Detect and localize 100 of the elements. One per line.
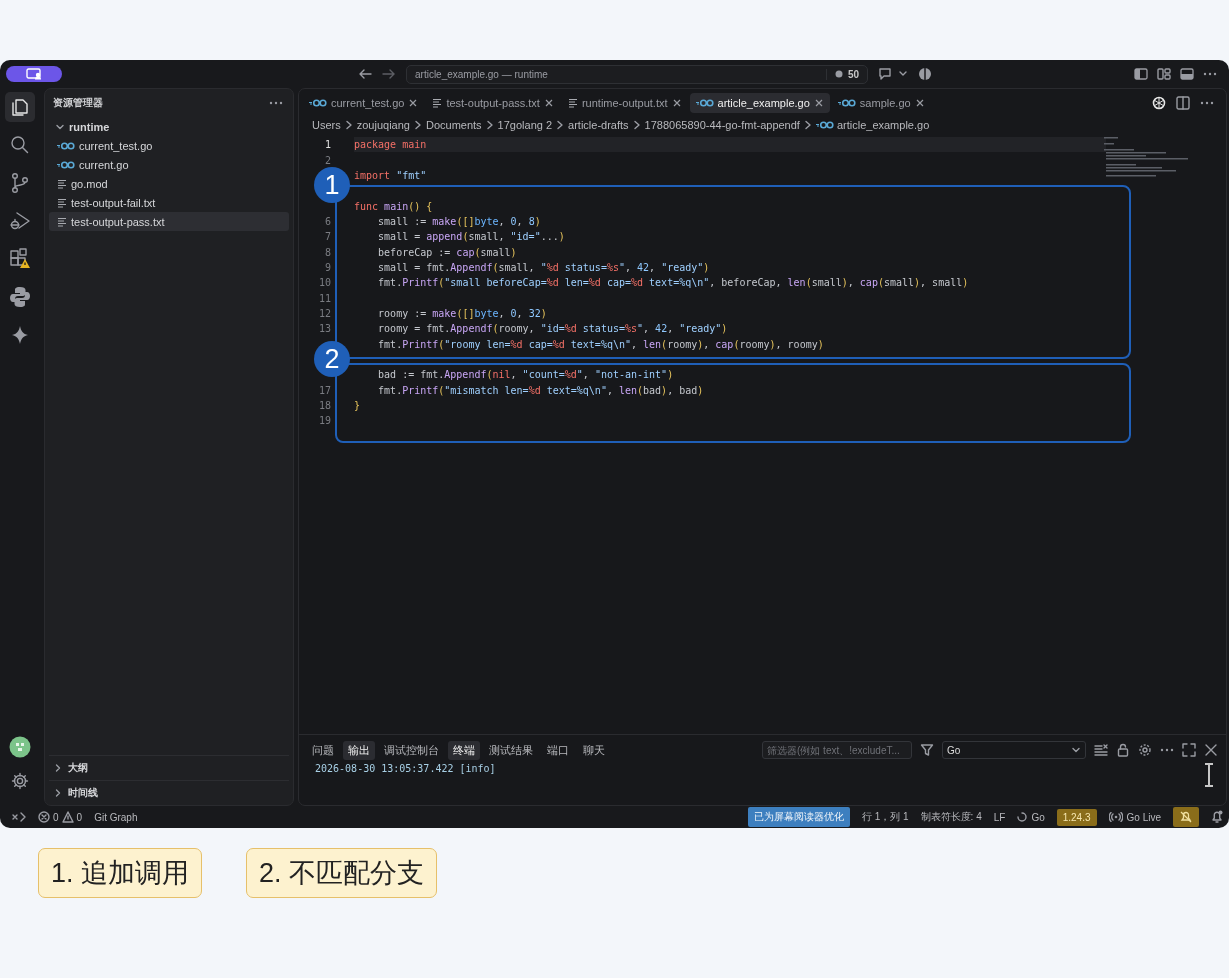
step-marker: 1 (314, 167, 350, 204)
status-item[interactable]: 1.24.3 (1056, 808, 1097, 826)
breadcrumb-item[interactable]: Documents (425, 119, 482, 131)
status-item[interactable]: 制表符长度: 4 (920, 810, 982, 824)
panel-tab[interactable]: 端口 (542, 740, 574, 760)
status-item[interactable]: 行 1，列 1 (861, 810, 909, 824)
go-file-icon (837, 99, 856, 107)
breadcrumb-item[interactable]: article-drafts (568, 119, 629, 131)
line-number: 17 (318, 384, 331, 396)
panel-tab[interactable]: 输出 (343, 740, 375, 760)
code-line: roomy := make([]byte, 0, 32) (377, 307, 547, 319)
sidebar-toggle-icon[interactable] (1134, 68, 1148, 80)
folder-item[interactable]: runtime (49, 117, 289, 136)
editor-tab[interactable]: sample.go (831, 93, 931, 113)
code-line: import "fmt" (354, 169, 427, 181)
layout-icon[interactable] (1157, 68, 1171, 80)
remote-icon[interactable] (12, 811, 26, 823)
panel-tab[interactable]: 问题 (307, 740, 339, 760)
chevron-down-icon (1071, 745, 1081, 755)
line-number: 8 (324, 246, 331, 258)
panel-title: 资源管理器 (53, 96, 103, 110)
command-center[interactable]: article_example.go — runtime 50 (406, 64, 868, 84)
code-line: beforeCap := cap(small) (377, 246, 517, 258)
filter-field[interactable]: 筛选器(例如 text、!excludeT... (762, 741, 912, 759)
files-icon[interactable] (5, 92, 35, 122)
legend-label: 1. 追加调用 (38, 848, 203, 898)
step-marker: 2 (314, 340, 350, 377)
close-icon[interactable] (1204, 743, 1218, 757)
editor-tab[interactable]: current_test.go (303, 93, 425, 113)
chevron-right-icon (632, 120, 641, 130)
status-item[interactable]: Go Live (1108, 811, 1161, 823)
panel-toggle-icon[interactable] (1180, 68, 1194, 80)
breadcrumb-item[interactable]: 1788065890-44-go-fmt-appendf (644, 119, 800, 131)
editor-tab[interactable]: test-output-pass.txt (426, 93, 560, 113)
code-line: bad := fmt.Appendf(nil, "count=%d", "not-an-int") (377, 369, 674, 381)
editor-tab[interactable]: runtime-output.txt (561, 93, 688, 113)
split-editor-icon[interactable] (1176, 96, 1190, 110)
panel-tab[interactable]: 聊天 (578, 740, 610, 760)
close-icon[interactable] (671, 98, 682, 108)
line-number: 11 (318, 292, 331, 304)
breadcrumb-item[interactable]: Users (312, 119, 341, 131)
status-item[interactable]: Git Graph (94, 811, 138, 823)
lock-icon[interactable] (1116, 743, 1130, 757)
section-header[interactable]: 大纲 (49, 755, 289, 780)
line-number: 10 (318, 277, 331, 289)
status-item[interactable]: 已为屏幕阅读器优化 (747, 807, 850, 827)
chevron-right-icon (53, 788, 63, 798)
close-icon[interactable] (408, 98, 419, 108)
back-arrow-icon[interactable] (358, 68, 372, 80)
section-header[interactable]: 时间线 (49, 780, 289, 805)
code-line: fmt.Printf("mismatch len=%d text=%q\n", len(bad), bad) (377, 384, 704, 396)
status-item[interactable]: LF (993, 811, 1006, 823)
more-icon[interactable] (1200, 101, 1214, 105)
file-item[interactable]: current_test.go (49, 136, 289, 155)
filter-icon[interactable] (920, 743, 934, 757)
file-item[interactable]: go.mod (49, 174, 289, 193)
more-icon[interactable] (269, 101, 283, 105)
file-item[interactable]: current.go (49, 155, 289, 174)
panel-tab[interactable]: 测试结果 (484, 740, 538, 760)
close-icon[interactable] (914, 98, 925, 108)
breadcrumb-item[interactable]: zoujuqiang (356, 119, 410, 131)
broadcast-icon (1108, 812, 1123, 822)
code-line: package main (354, 139, 427, 151)
code-line: fmt.Printf("small beforeCap=%d len=%d cap=%d text=%q\n", beforeCap, len(small), cap(small), small) (377, 277, 969, 289)
bell-icon[interactable] (1211, 810, 1223, 824)
channel-dropdown[interactable]: Go (942, 741, 1086, 759)
more-icon[interactable] (1203, 72, 1217, 76)
file-item[interactable]: test-output-fail.txt (49, 193, 289, 212)
avatar-icon[interactable] (9, 736, 31, 758)
problems-status[interactable]: 0 0 (38, 811, 83, 823)
code-line: } (354, 400, 361, 411)
editor-tab[interactable]: article_example.go (689, 93, 830, 113)
legend-label: 2. 不匹配分支 (246, 848, 438, 898)
line-number: 7 (324, 231, 331, 243)
clear-list-icon[interactable] (1094, 743, 1108, 757)
muted-bell-button-icon[interactable] (1173, 807, 1199, 827)
half-circle-icon[interactable] (918, 67, 932, 81)
close-icon[interactable] (543, 98, 554, 108)
code-line: roomy = fmt.Appendf(roomy, "id=%d status=%s", 42, "ready") (377, 323, 728, 335)
more-icon[interactable] (1160, 748, 1174, 752)
go-file-icon (815, 121, 834, 129)
status-item[interactable]: Go (1017, 811, 1045, 823)
close-icon[interactable] (813, 98, 824, 108)
account-button[interactable] (6, 66, 62, 82)
maximize-icon[interactable] (1182, 743, 1196, 757)
breadcrumb-item[interactable]: 17golang 2 (497, 119, 553, 131)
breadcrumb-item[interactable]: article_example.go (815, 119, 930, 131)
settings-icon[interactable] (1138, 743, 1152, 757)
line-number: 2 (324, 154, 331, 166)
text-file-icon (57, 216, 67, 227)
line-number: 6 (324, 215, 331, 227)
chevron-right-icon (344, 120, 353, 130)
forward-arrow-icon[interactable] (382, 68, 396, 80)
go-file-icon (57, 141, 75, 150)
file-item[interactable]: test-output-pass.txt (49, 212, 289, 231)
text-file-icon (432, 98, 443, 108)
text-file-icon (567, 98, 578, 108)
panel-tab[interactable]: 调试控制台 (379, 740, 444, 760)
spinner-icon (1017, 812, 1028, 822)
panel-tab[interactable]: 终端 (448, 740, 480, 760)
